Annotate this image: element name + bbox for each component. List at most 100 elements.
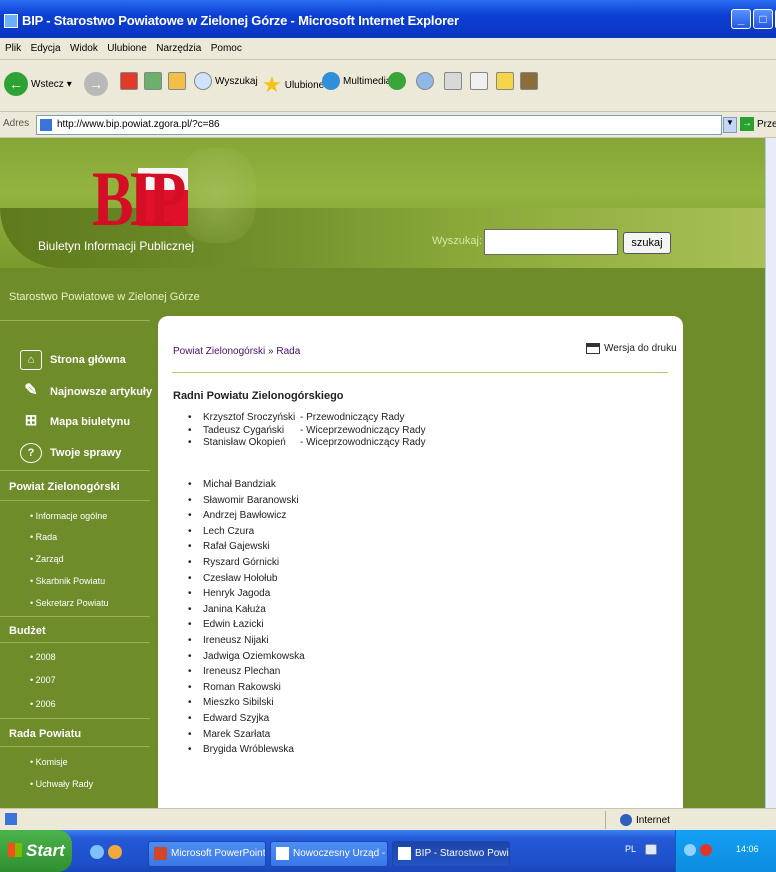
favorites-button[interactable]: ★ Ulubione [262, 72, 324, 98]
taskbar-item-bip[interactable]: BIP - Starostwo Powi... [392, 841, 510, 867]
sidebar-item-komisje[interactable]: • Komisje [30, 757, 68, 767]
go-label: Przejdź [757, 118, 776, 130]
window-title: BIP - Starostwo Powiatowe w Zielonej Gór… [22, 13, 459, 28]
pencil-icon: ✎ [24, 382, 38, 399]
start-button[interactable]: Start [0, 830, 72, 872]
section-powiat-title[interactable]: Powiat Zielonogórski [9, 481, 120, 493]
vertical-scrollbar[interactable] [765, 138, 776, 808]
go-button[interactable]: → Przejdź [740, 117, 776, 131]
menu-help[interactable]: Pomoc [211, 38, 242, 60]
stop-button[interactable] [120, 72, 138, 90]
list-item: Czesław Hołołub [188, 573, 668, 589]
taskbar-item-nowoczesny[interactable]: Nowoczesny Urząd - ... [270, 841, 388, 867]
security-zone: Internet [620, 814, 670, 826]
home-button[interactable] [168, 72, 186, 90]
nav-home[interactable]: ⌂ Strona główna [20, 350, 126, 370]
forward-button[interactable]: → [84, 72, 108, 96]
sidebar-item-zarzad[interactable]: • Zarząd [30, 554, 64, 564]
discuss-button[interactable] [496, 72, 514, 90]
officer-name: Krzysztof Sroczyński [203, 412, 296, 423]
list-item: Janina Kałuża [188, 604, 668, 620]
site-search-input[interactable] [484, 229, 618, 255]
address-input[interactable]: http://www.bip.powiat.zgora.pl/?c=86 [36, 115, 722, 135]
menu-file[interactable]: Plik [5, 38, 21, 60]
sidebar-item-2008[interactable]: • 2008 [30, 652, 56, 662]
menu-tools[interactable]: Narzędzia [156, 38, 201, 60]
mail-button[interactable] [416, 72, 434, 90]
forward-arrow-icon: → [84, 72, 108, 96]
sidebar-item-uchwaly[interactable]: • Uchwały Rady [30, 779, 93, 789]
system-tray: 14:06 [675, 830, 776, 872]
messenger-button[interactable] [520, 72, 538, 90]
history-button[interactable] [388, 72, 406, 90]
status-bar: Internet [0, 808, 776, 830]
network-icon[interactable] [684, 844, 696, 856]
address-dropdown-button[interactable]: ▼ [723, 117, 737, 133]
menu-edit[interactable]: Edycja [31, 38, 61, 60]
officer-role: - Wiceprzewodniczący Rady [300, 424, 426, 436]
keyboard-icon[interactable] [645, 844, 657, 855]
print-version-link[interactable]: Wersja do druku [586, 343, 677, 354]
messenger-quicklaunch-icon[interactable] [108, 845, 122, 859]
site-search-button[interactable]: szukaj [623, 232, 671, 254]
section-divider [0, 746, 150, 747]
eagle-emblem-icon [178, 148, 256, 243]
breadcrumb-parent[interactable]: Powiat Zielonogórski [173, 346, 265, 357]
sidebar-item-2006[interactable]: • 2006 [30, 699, 56, 709]
sidebar-item-sekretarz[interactable]: • Sekretarz Powiatu [30, 598, 109, 608]
refresh-icon [144, 72, 162, 90]
list-item: Tadeusz Cygański - Wiceprzewodniczący Rad… [188, 425, 668, 438]
officer-name: Tadeusz Cygański [203, 424, 285, 436]
language-indicator[interactable]: PL [625, 844, 636, 854]
go-arrow-icon: → [740, 117, 754, 131]
search-button[interactable]: Wyszukaj [194, 72, 258, 90]
minimize-icon[interactable]: _ [731, 9, 751, 29]
ie-quicklaunch-icon[interactable] [90, 845, 104, 859]
maximize-icon[interactable]: □ [753, 9, 773, 29]
task-label: BIP - Starostwo Powi... [415, 848, 510, 859]
nav-latest-articles[interactable]: ✎ Najnowsze artykuły [20, 382, 152, 402]
refresh-button[interactable] [144, 72, 162, 90]
officer-name: Stanisław Okopień [203, 437, 286, 448]
dropdown-arrow-icon[interactable]: ▾ [67, 79, 72, 90]
powerpoint-icon [154, 847, 167, 860]
print-button[interactable] [444, 72, 462, 90]
section-budzet-title[interactable]: Budżet [9, 625, 46, 637]
sidebar-item-informacje[interactable]: • Informacje ogólne [30, 511, 107, 521]
menu-view[interactable]: Widok [70, 38, 98, 60]
taskbar-item-powerpoint[interactable]: Microsoft PowerPoint ... [148, 841, 266, 867]
back-arrow-icon: ← [4, 72, 28, 96]
list-item: Brygida Wróblewska [188, 744, 668, 760]
list-item: Ireneusz Plechan [188, 666, 668, 682]
nav-your-matters[interactable]: ? Twoje sprawy [20, 443, 121, 463]
section-rada-title[interactable]: Rada Powiatu [9, 728, 81, 740]
nav-latest-label: Najnowsze artykuły [50, 386, 153, 398]
bip-logo[interactable]: BIP [92, 160, 186, 238]
nav-sitemap[interactable]: ⊞ Mapa biuletynu [20, 412, 130, 432]
main-content: Powiat Zielonogórski » Rada Wersja do dr… [158, 316, 683, 808]
site-name[interactable]: Starostwo Powiatowe w Zielonej Górze [9, 291, 200, 303]
taskbar: Start Microsoft PowerPoint ... Nowoczesn… [0, 830, 776, 872]
clock[interactable]: 14:06 [736, 844, 759, 854]
ie-window-icon [398, 847, 411, 860]
sidebar-item-skarbnik[interactable]: • Skarbnik Powiatu [30, 576, 105, 586]
list-item: Michał Bandziak [188, 479, 668, 495]
sidebar-item-2007[interactable]: • 2007 [30, 675, 56, 685]
stop-icon [120, 72, 138, 90]
list-item: Edward Szyjka [188, 713, 668, 729]
multimedia-button[interactable]: Multimedia [322, 72, 391, 90]
breadcrumb-current[interactable]: Rada [276, 346, 300, 357]
ie-window-icon[interactable] [4, 14, 18, 28]
page-heading: Radni Powiatu Zielonogórskiego [173, 390, 344, 402]
back-button[interactable]: ← Wstecz ▾ [4, 72, 72, 96]
messenger-icon [520, 72, 538, 90]
edit-button[interactable] [470, 72, 488, 90]
antivirus-icon[interactable] [700, 844, 712, 856]
page-viewport: BIP Biuletyn Informacji Publicznej Wyszu… [0, 138, 765, 808]
printer-icon [586, 343, 600, 354]
nav-sitemap-label: Mapa biuletynu [50, 416, 131, 428]
menu-favorites[interactable]: Ulubione [107, 38, 146, 60]
printer-icon [444, 72, 462, 90]
sidebar-item-rada[interactable]: • Rada [30, 532, 57, 542]
list-item: Stanisław Okopień - Wiceprzowodniczący Ra… [188, 437, 668, 450]
